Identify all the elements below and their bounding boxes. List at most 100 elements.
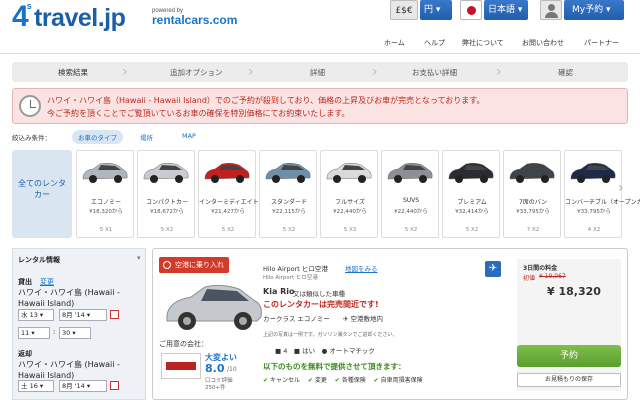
price-period-label: 3日間の料金 <box>523 265 558 272</box>
car-thumbnail <box>82 162 128 183</box>
car-type-name: エコノミー <box>90 199 121 206</box>
total-price: ¥ 18,320 <box>547 285 601 298</box>
car-class: カークラス エコノミー <box>263 315 330 323</box>
my-booking-button[interactable]: My予約 ▾ <box>564 0 624 20</box>
car-type-price: ¥18,320から <box>89 209 123 215</box>
car-type-price: ¥22,440から <box>394 209 428 215</box>
chevron-right-icon: › <box>496 64 502 80</box>
free-items-label: 以下のものを無料で提供させて頂きます： <box>263 362 406 371</box>
calendar-icon[interactable] <box>110 310 119 319</box>
dollar-logo <box>161 353 201 379</box>
car-thumbnail <box>570 162 616 183</box>
car-type-price: ¥22,115から <box>272 209 306 215</box>
car-type-name: プレミアム <box>457 199 487 206</box>
return-day-select[interactable]: 土 16 ▾ <box>18 380 54 392</box>
car-type-name: インターミディエイト <box>199 199 259 206</box>
pickup-day-select[interactable]: 水 13 ▾ <box>18 309 54 321</box>
progress-steps: 検索結果 › 追加オプション › 詳細 › お支払い詳細 › 確認 <box>12 62 628 82</box>
calendar-icon[interactable] <box>110 381 119 390</box>
logo-text[interactable]: travel.jp <box>34 4 126 32</box>
original-price: ¥ 19,067 <box>539 273 566 280</box>
car-type-price: ¥18,672から <box>150 209 184 215</box>
chevron-down-icon: ▾ <box>517 5 523 15</box>
car-type-card[interactable]: フルサイズ ¥22,440から 5 X3 <box>320 150 378 238</box>
car-image <box>166 284 262 330</box>
nav-partner[interactable]: パートナー <box>584 38 619 48</box>
fuel-notice: 上記の写真は一例です。ガソリン満タンでご返却ください。 <box>263 332 398 338</box>
car-specs: ■ 4 ■ はい ● オートマチック <box>275 347 375 355</box>
car-thumbnail <box>143 162 189 183</box>
return-month-select[interactable]: 8月 '14 ▾ <box>59 380 107 392</box>
car-type-capacity: 5 X1 <box>99 227 113 233</box>
rating-score: 8.0 <box>205 362 225 375</box>
car-type-card[interactable]: エコノミー ¥18,320から 5 X1 <box>76 150 134 238</box>
language-select[interactable]: 日本語 ▾ <box>484 0 528 20</box>
counter-location: ✈ 空港敷地内 <box>343 315 384 323</box>
pickup-month-select[interactable]: 8月 '14 ▾ <box>59 309 107 321</box>
save-quote-button[interactable]: お見積もりの保存 <box>517 373 621 387</box>
review-count: 250+件 <box>205 385 226 391</box>
car-type-name: コンパクトカー <box>145 199 188 206</box>
header: 4s travel.jp powered by rentalcars.com £… <box>0 0 640 36</box>
car-type-card[interactable]: コンバーチブル（オープンカー） ¥33,795から 4 X2 <box>564 150 640 238</box>
alert-line-2: 今ご予約を頂くことでご覧頂いているお車の確保を特別価格にてお約束いたします。 <box>47 109 350 118</box>
change-link[interactable]: 変更 <box>40 277 54 287</box>
pickup-minute-select[interactable]: 30 ▾ <box>59 327 91 339</box>
car-type-card[interactable]: スタンダード ¥22,115から 5 X2 <box>259 150 317 238</box>
car-type-card[interactable]: 7席のバン ¥33,795から 7 X2 <box>503 150 561 238</box>
chevron-right-icon: › <box>248 64 254 80</box>
nav-about[interactable]: 弊社について <box>462 38 504 48</box>
all-car-types-button[interactable]: 全てのレンタカー <box>12 150 72 238</box>
plane-small-icon: ✈ <box>343 315 349 323</box>
map-link[interactable]: 地図をみる <box>345 263 378 273</box>
chevron-right-icon: › <box>122 64 128 80</box>
check-icon: ✔ <box>307 377 313 384</box>
car-thumbnail <box>387 162 433 183</box>
currency-icon[interactable]: £$€ <box>390 0 418 20</box>
check-icon: ✔ <box>334 377 340 384</box>
car-thumbnail <box>448 162 494 183</box>
tab-location[interactable]: 場所 <box>140 132 153 142</box>
tab-car-type[interactable]: お車のタイプ <box>72 130 123 144</box>
car-type-price: ¥22,440から <box>333 209 367 215</box>
step-extras: 追加オプション <box>170 68 223 77</box>
return-location: ハワイ・ハワイ島 (Hawaii - Hawaii Island) <box>18 360 120 380</box>
tab-map[interactable]: MAP <box>182 132 196 140</box>
car-thumbnail <box>265 162 311 183</box>
car-type-card[interactable]: SUVS ¥22,440から 5 X2 <box>381 150 439 238</box>
nav-home[interactable]: ホーム <box>384 38 405 48</box>
car-type-name: コンバーチブル（オープンカー） <box>565 199 640 206</box>
carousel-next-icon[interactable]: › <box>618 180 624 196</box>
logo-mark[interactable]: 4s <box>12 0 32 34</box>
nav-contact[interactable]: お問い合わせ <box>522 38 564 48</box>
airplane-icon: ✈ <box>485 261 501 277</box>
book-button[interactable]: 予約 <box>517 345 621 367</box>
result-card: 空港に乗り入れ ご用意の会社： 大変よい 8.0 /10 口コミ評価 250+件… <box>152 248 628 400</box>
pickup-hour-select[interactable]: 11 ▾ <box>18 327 50 339</box>
currency-select[interactable]: 円 ▾ <box>420 0 452 20</box>
car-model: Kia Rio <box>263 287 295 296</box>
rating-max: /10 <box>227 366 237 373</box>
chevron-right-icon: › <box>372 64 378 80</box>
car-type-card[interactable]: プレミアム ¥32,414から 5 X2 <box>442 150 500 238</box>
car-type-capacity: 4 X2 <box>587 227 601 233</box>
check-icon: ✔ <box>373 377 379 384</box>
car-type-card[interactable]: コンパクトカー ¥18,672から 5 X2 <box>137 150 195 238</box>
car-type-card[interactable]: インターミディエイト ¥21,427から 5 X2 <box>198 150 259 238</box>
car-type-capacity: 5 X3 <box>343 227 357 233</box>
demand-alert: ハワイ・ハワイ島（Hawaii - Hawaii Island）でのご予約が殺到… <box>12 88 628 124</box>
user-icon[interactable] <box>540 0 562 20</box>
free-items-list: ✔ キャンセル ✔ 変更 ✔ 各種保険 ✔ 自車両損害保険 <box>263 377 423 384</box>
rental-info-panel: レンタル情報 ▾ 貸出 変更 ハワイ・ハワイ島 (Hawaii - Hawaii… <box>12 248 146 400</box>
car-type-name: SUVS <box>402 197 420 204</box>
step-search-results: 検索結果 <box>58 68 88 77</box>
collapse-icon[interactable]: ▾ <box>137 254 141 262</box>
check-icon: ✔ <box>263 377 269 384</box>
step-details: 詳細 <box>310 68 325 77</box>
chevron-down-icon: ▾ <box>435 5 441 15</box>
nav-help[interactable]: ヘルプ <box>424 38 445 48</box>
car-type-name: 7席のバン <box>518 199 548 206</box>
japan-flag-icon[interactable] <box>460 0 482 20</box>
car-type-price: ¥21,427から <box>211 209 245 215</box>
car-type-capacity: 5 X2 <box>282 227 296 233</box>
